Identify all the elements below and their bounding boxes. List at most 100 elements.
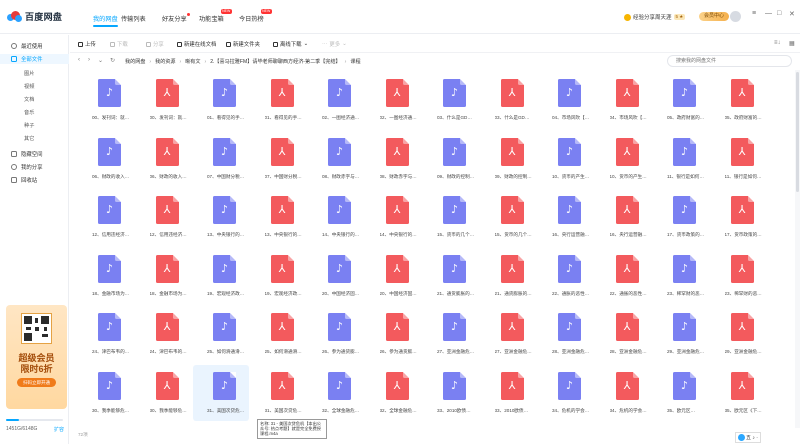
tab-friend-share[interactable]: 好友分享 [162,13,190,23]
file-item[interactable]: ♪ 01、看得见的手… [193,72,249,128]
sidebar-sub-torrent[interactable]: 种子 [24,122,34,129]
breadcrumb-item[interactable]: 2.【喜马拉雅FM】请毕老师聊聊西方经济-第二季【完结】 [210,58,340,65]
file-item[interactable]: ⅄ 11、银行是如何… [711,131,767,187]
tab-my-drive[interactable]: 我的网盘 [93,14,118,27]
file-item[interactable]: ♪ 24、津巴布韦的… [78,306,134,362]
file-item[interactable]: ♪ 00、发刊词：就… [78,72,134,128]
avatar[interactable] [730,11,741,22]
file-item[interactable]: ⅄ 21、通货膨胀的… [481,248,537,304]
minimize-icon[interactable]: — [765,10,772,17]
expand-storage-link[interactable]: 扩容 [54,426,64,433]
file-item[interactable]: ♪ 18、金融市场为… [78,248,134,304]
file-item[interactable]: ⅄ 05、政府财富的… [711,72,767,128]
maximize-icon[interactable]: □ [777,10,781,17]
file-item[interactable]: ♪ 02、一图经济通… [308,72,364,128]
file-item[interactable]: ⅄ 32、全球金融危… [366,365,422,421]
more-button[interactable]: ··· 更多 ⌄ [322,40,347,48]
grid-view-icon[interactable]: ▦ [789,40,795,47]
sidebar-sub-images[interactable]: 图片 [24,70,34,77]
file-item[interactable]: ♪ 27、亚洲金融危… [423,306,479,362]
file-item[interactable]: ♪ 15、货币的几个… [423,189,479,245]
sidebar-sub-video[interactable]: 视频 [24,83,34,90]
file-item[interactable]: ♪ 08、财政赤字与… [308,131,364,187]
breadcrumb-item[interactable]: 我的网盘 [125,58,145,65]
refresh-icon[interactable]: ↻ [110,57,115,64]
breadcrumb-item[interactable]: 晰有文 [185,58,200,65]
file-item[interactable]: ♪ 03、什么是GDP… [423,72,479,128]
file-item[interactable]: ♪ 04、市场风吹【… [538,72,594,128]
file-item[interactable]: ♪ 33、2010欧债危… [423,365,479,421]
sidebar-item-all-files[interactable]: 全部文件 [0,54,69,64]
sidebar-item-recent[interactable]: 最近使用 [0,41,69,51]
file-item[interactable]: ♪ 14、中央银行的… [308,189,364,245]
file-item[interactable]: ⅄ 13、中央银行的… [251,189,307,245]
offline-download-button[interactable]: 离线下载 ⌄ [273,40,308,48]
file-item[interactable]: ♪ 20、中国经济固… [308,248,364,304]
file-item[interactable]: ♪ 23、稀罕财的恶… [653,248,709,304]
file-item[interactable]: ♪ 06、财政的收入… [78,131,134,187]
file-item[interactable]: ⅄ 31、美国次贷危… [251,365,307,421]
breadcrumb-item[interactable]: 我的资源 [155,58,175,65]
user-checkin[interactable]: 经验分享周天涯 5 ★ [624,13,686,21]
vip-promo-banner[interactable]: 超级会员 限时6折 扫码立即开通 [6,305,67,409]
file-item[interactable]: ⅄ 20、中国经济固… [366,248,422,304]
file-item[interactable]: ⅄ 24、津巴布韦的… [136,306,192,362]
file-item[interactable]: ⅄ 22、通胀的恶性… [596,248,652,304]
share-button[interactable]: 分享 [146,40,164,48]
file-item[interactable]: ⅄ 09、财政的控制… [481,131,537,187]
file-item[interactable]: ⅄ 08、财政赤字与… [366,131,422,187]
search-box[interactable] [667,55,792,67]
system-tray[interactable]: 五 ♪ · [735,432,761,443]
file-item[interactable]: ⅄ 06、财政的收入… [136,131,192,187]
file-item[interactable]: ♪ 05、政府财富的… [653,72,709,128]
file-item[interactable]: ⅄ 25、如何滑通滑… [251,306,307,362]
file-item[interactable]: ⅄ 34、危机的学会… [596,365,652,421]
file-item[interactable]: ♪ 22、通胀的恶性… [538,248,594,304]
file-item[interactable]: ⅄ 33、2010欧债危… [481,365,537,421]
tab-transfer-list[interactable]: 传输列表 [121,14,146,23]
file-item[interactable]: ♪ 07、中国财分税… [193,131,249,187]
file-item[interactable]: ⅄ 17、货币政策的… [711,189,767,245]
file-item[interactable]: ♪ 29、亚洲金融危… [653,306,709,362]
file-item[interactable]: ⅄ 23、稀罕财的恶… [711,248,767,304]
tab-feature-box[interactable]: 功能宝箱 NEW [199,9,232,23]
file-item[interactable]: ⅄ 01、看得见的手… [251,72,307,128]
file-item[interactable]: ⅄ 16、央行运营融… [596,189,652,245]
file-item[interactable]: ⅄ 04、市场风吹【… [596,72,652,128]
file-item[interactable]: ⅄ 35、欧元区《下… [711,365,767,421]
file-item[interactable]: ♪ 16、央行运营融… [538,189,594,245]
file-item[interactable]: ♪ 09、财政的控制… [423,131,479,187]
new-folder-button[interactable]: 新建文件夹 [226,40,260,48]
menu-icon[interactable]: ≡ [752,10,756,17]
file-item[interactable]: ♪ 13、中央银行的… [193,189,249,245]
scrollbar-thumb[interactable] [796,72,799,192]
file-item[interactable]: ♪ 12、信用违经济… [78,189,134,245]
file-item[interactable]: ⅄ 12、信用违经济… [136,189,192,245]
file-item[interactable]: ⅄ 03、什么是GDP… [481,72,537,128]
file-item[interactable]: ⅄ 26、参为通货膨… [366,306,422,362]
file-item[interactable]: ♪ 35、欧元区… [653,365,709,421]
file-item[interactable]: ♪ 19、宏观经济政… [193,248,249,304]
sidebar-sub-music[interactable]: 音乐 [24,109,34,116]
sort-icon[interactable]: ≡↓ [774,40,781,46]
file-item[interactable]: ⅄ 30、我季能够危… [136,365,192,421]
file-item[interactable]: ⅄ 18、金融市场为… [136,248,192,304]
upload-button[interactable]: 上传 [78,40,96,48]
file-item[interactable]: ♪ 26、参为通货膨… [308,306,364,362]
file-item[interactable]: ⅄ 10、货币的产生… [596,131,652,187]
history-dropdown-icon[interactable]: ⌄ [98,57,103,64]
back-icon[interactable]: ‹ [78,57,80,63]
tab-today-hot[interactable]: 今日热榜 NEW [239,9,272,23]
sidebar-item-recycle-bin[interactable]: 回收站 [0,175,69,185]
sidebar-item-hidden-space[interactable]: 隐藏空间 [0,149,69,159]
file-item[interactable]: ⅄ 02、一图经济通… [366,72,422,128]
promo-open-button[interactable]: 扫码立即开通 [17,378,56,387]
file-item[interactable]: ♪ 21、通货膨胀的… [423,248,479,304]
file-item[interactable]: ♪ 32、全球金融危… [308,365,364,421]
search-input[interactable] [668,56,773,66]
sidebar-sub-docs[interactable]: 文档 [24,96,34,103]
file-item[interactable]: ⅄ 19、宏观经济政… [251,248,307,304]
file-item[interactable]: ♪ 25、如何滑通滑… [193,306,249,362]
sidebar-sub-other[interactable]: 其它 [24,135,34,142]
file-item[interactable]: ♪ 34、危机的学会… [538,365,594,421]
